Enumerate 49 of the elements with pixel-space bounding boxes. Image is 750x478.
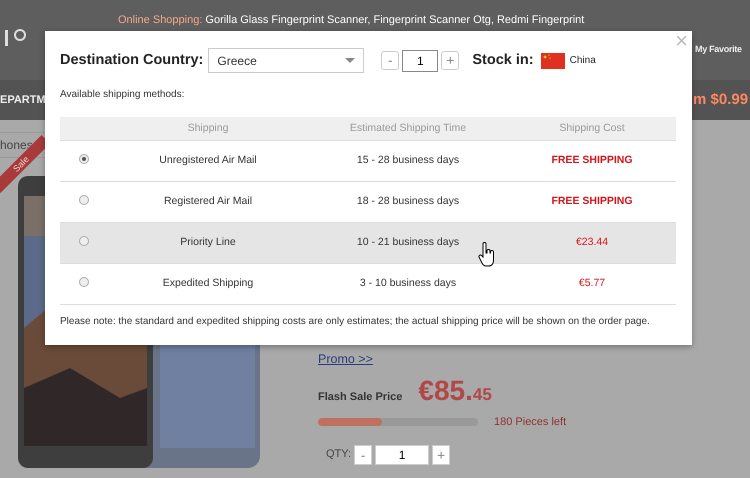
stock-label: Stock in: (472, 50, 534, 70)
table-row[interactable]: Priority Line 10 - 21 business days €23.44 (60, 223, 676, 264)
table-cell-text: Expedited Shipping (162, 276, 254, 292)
search-link[interactable]: Fingerprint Scanner Otg, (373, 12, 494, 28)
qty-label: QTY: (326, 447, 352, 462)
column-header: Shipping (186, 120, 230, 136)
table-cell-text: 18 - 28 business days (356, 194, 460, 210)
radio-button[interactable] (79, 277, 89, 287)
table-cell-text: Unregistered Air Mail (158, 153, 258, 168)
table-row[interactable]: Unregistered Air Mail 15 - 28 business days FREE SHIPPING (60, 141, 676, 182)
table-cell-text: Priority Line (179, 235, 237, 250)
table-row[interactable]: Expedited Shipping 3 - 10 business days €5.77 (60, 264, 676, 305)
favorites-link[interactable]: My Favorite (695, 43, 742, 56)
table-cell-text: Registered Air Mail (162, 194, 254, 210)
table-cell-text: 3 - 10 business days (358, 276, 458, 292)
search-link[interactable]: Gorilla Glass Fingerprint Scanner, (205, 12, 370, 28)
promo-price: m $0.99 (693, 90, 750, 110)
radio-button[interactable] (79, 236, 89, 246)
table-cell-text: €5.77 (578, 276, 606, 292)
radio-button[interactable] (79, 154, 89, 164)
table-cell-text: 15 - 28 business days (356, 153, 460, 168)
caret-icon (345, 58, 356, 63)
price-label: Flash Sale Price (318, 390, 402, 405)
column-header: Shipping Cost (558, 120, 626, 136)
qty-field[interactable]: 1 (402, 50, 438, 72)
search-link[interactable]: Redmi Fingerprint (496, 12, 584, 28)
table-cell-text: €23.44 (574, 235, 610, 250)
table-cell-text: 10 - 21 business days (356, 235, 460, 250)
view-promo-link[interactable]: Promo >> (318, 351, 373, 367)
departments-menu[interactable]: EPARTM (0, 92, 46, 108)
shipping-note: Please note: the standard and expedited shipping costs are only estimates; the actual shipping price will be shown on the order page. (60, 315, 651, 329)
stock-text: 180 Pieces left (494, 415, 566, 430)
qty-field[interactable]: 1 (375, 444, 430, 464)
sale-price: €85.45 (418, 374, 492, 408)
country-select[interactable]: Greece (208, 48, 364, 73)
table-cell-text: FREE SHIPPING (550, 194, 634, 210)
increase-button[interactable]: + (432, 444, 450, 464)
stock-country: China (570, 54, 596, 68)
table-cell-text: FREE SHIPPING (550, 153, 634, 168)
decrease-button[interactable]: - (381, 51, 400, 70)
flag-icon (540, 52, 565, 68)
hand-cursor-icon (478, 242, 496, 268)
methods-label: Available shipping methods: (60, 88, 186, 102)
radio-button[interactable] (79, 195, 89, 205)
search-label: Online Shopping: (118, 13, 202, 28)
column-header: Estimated Shipping Time (348, 120, 468, 136)
country-label: Destination Country: (60, 50, 204, 70)
decrease-button[interactable]: - (354, 444, 372, 464)
increase-button[interactable]: + (441, 51, 460, 70)
